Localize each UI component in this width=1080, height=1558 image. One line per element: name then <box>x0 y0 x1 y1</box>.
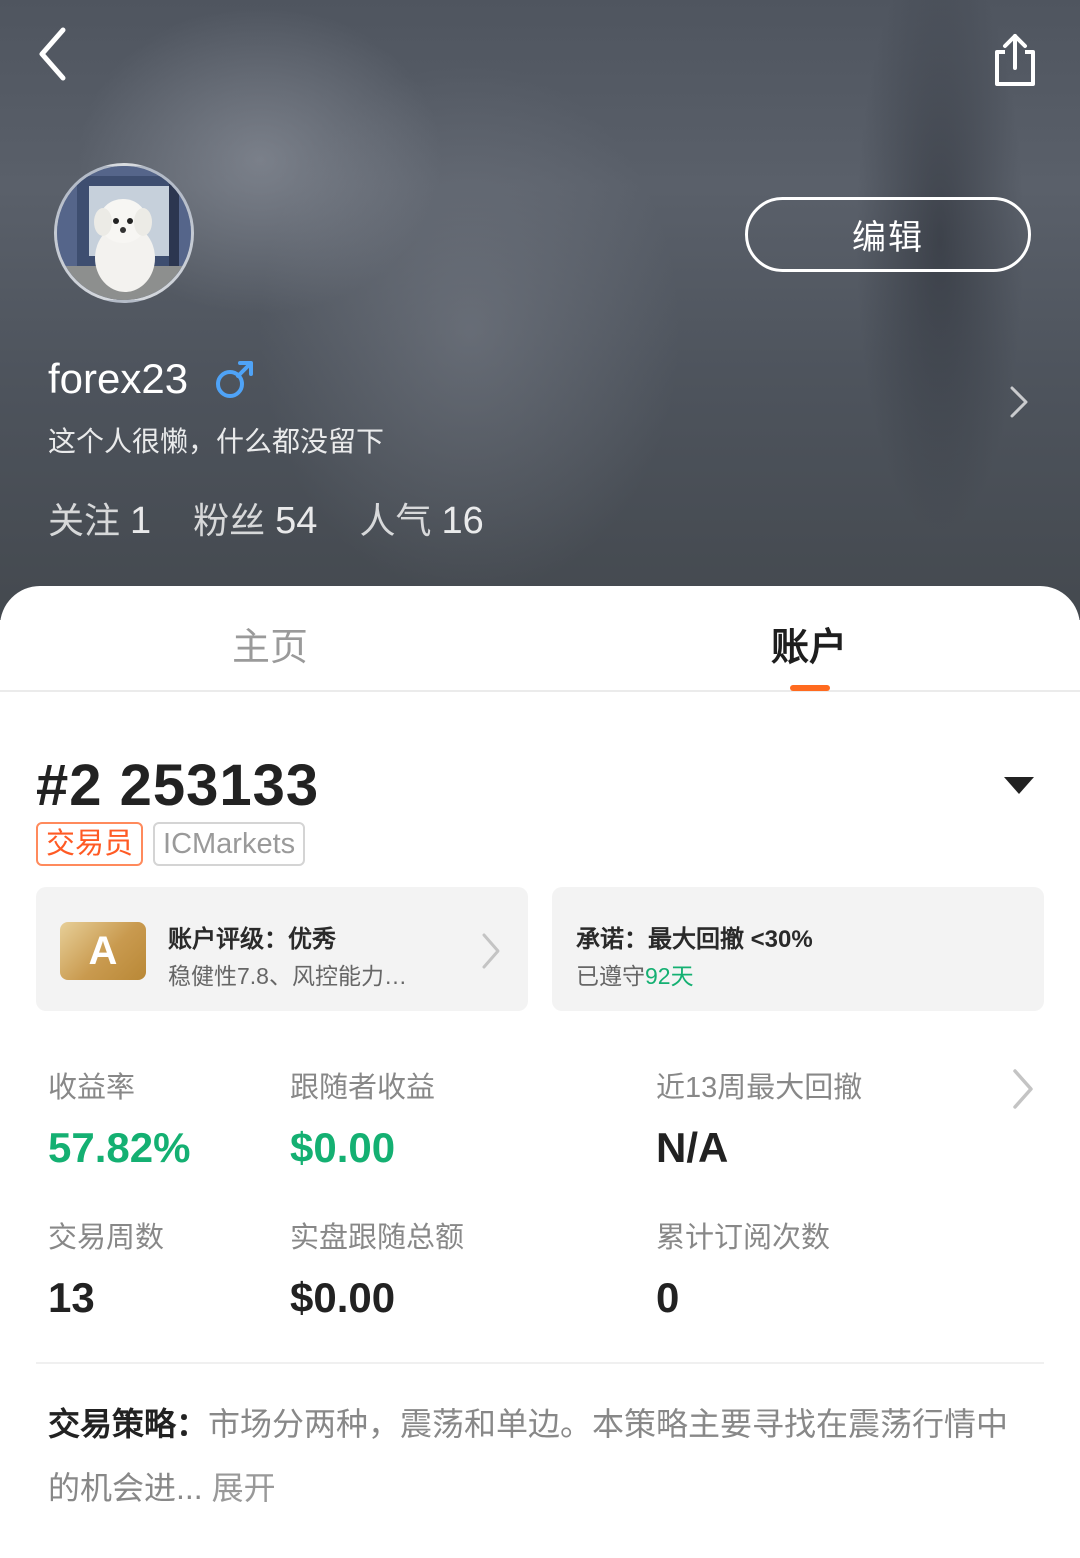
metric-label: 累计订阅次数 <box>656 1222 831 1254</box>
profile-stats: 关注 1 粉丝 54 人气 16 <box>48 492 484 544</box>
tab-bar: 主页 账户 <box>0 586 1080 692</box>
metric-label: 收益率 <box>48 1072 136 1104</box>
stat-label: 关注 <box>48 500 121 541</box>
user-bio: 这个人很懒，什么都没留下 <box>48 426 385 457</box>
stat-label: 粉丝 <box>193 500 266 541</box>
puppy-avatar-image <box>57 166 191 300</box>
metric-label: 实盘跟随总额 <box>290 1222 465 1254</box>
chevron-right-icon[interactable] <box>1005 1066 1041 1112</box>
promise-subtitle: 已遵守92天 <box>576 957 694 991</box>
divider <box>36 1362 1044 1364</box>
promise-days: 92天 <box>645 963 694 989</box>
share-icon[interactable] <box>985 30 1045 90</box>
metric-value: $0.00 <box>290 1274 396 1321</box>
active-tab-indicator <box>790 685 830 691</box>
tab-account[interactable]: 账户 <box>771 616 847 671</box>
account-rating-box[interactable]: A 账户评级：优秀 稳健性7.8、风控能力… <box>36 887 528 1011</box>
metric-trading-weeks: 交易周数 13 <box>48 1214 164 1322</box>
metric-value: 57.82% <box>48 1124 191 1171</box>
grade-badge: A <box>60 922 146 980</box>
account-badges: 交易员 ICMarkets <box>36 822 306 866</box>
promise-subtitle-prefix: 已遵守 <box>576 963 645 989</box>
strategy-label: 交易策略： <box>48 1406 209 1442</box>
trader-badge: 交易员 <box>36 822 144 866</box>
metric-value: N/A <box>656 1124 729 1171</box>
account-card: 主页 账户 #2 253133 交易员 ICMarkets A 账户评级：优秀 … <box>0 586 1080 1558</box>
stat-following[interactable]: 关注 1 <box>48 492 151 544</box>
chevron-right-icon[interactable] <box>1000 382 1040 422</box>
edit-profile-button[interactable]: 编辑 <box>745 197 1031 272</box>
promise-box: 承诺：最大回撤 <30% 已遵守92天 <box>552 887 1044 1011</box>
stat-label: 人气 <box>359 500 432 541</box>
trading-strategy: 交易策略：市场分两种，震荡和单边。本策略主要寻找在震荡行情中的机会进... 展开 <box>48 1392 1038 1520</box>
expand-link[interactable]: 展开 <box>212 1470 276 1506</box>
broker-badge: ICMarkets <box>153 822 306 866</box>
metric-label: 近13周最大回撤 <box>656 1072 863 1104</box>
metric-max-drawdown: 近13周最大回撤 N/A <box>656 1064 862 1172</box>
metric-label: 交易周数 <box>48 1222 165 1254</box>
metric-follower-profit: 跟随者收益 $0.00 <box>290 1064 435 1172</box>
stat-value: 54 <box>275 500 318 542</box>
metric-value: 0 <box>656 1274 680 1321</box>
account-number: #2 253133 <box>36 753 320 818</box>
avatar[interactable] <box>54 163 194 303</box>
metric-live-follow-total: 实盘跟随总额 $0.00 <box>290 1214 464 1322</box>
stat-value: 16 <box>441 500 484 542</box>
stat-value: 1 <box>130 500 152 542</box>
chevron-left-icon[interactable] <box>30 24 90 84</box>
promise-title: 承诺：最大回撤 <30% <box>576 926 813 953</box>
chevron-right-icon <box>482 933 500 969</box>
stat-followers[interactable]: 粉丝 54 <box>193 492 317 544</box>
stat-popularity: 人气 16 <box>359 492 483 544</box>
male-gender-icon <box>216 361 253 398</box>
username: forex23 <box>48 355 189 402</box>
metric-label: 跟随者收益 <box>290 1072 436 1104</box>
metric-value: 13 <box>48 1274 95 1321</box>
rating-subtitle: 稳健性7.8、风控能力… <box>168 963 407 989</box>
tab-home[interactable]: 主页 <box>232 616 308 671</box>
metric-value: $0.00 <box>290 1124 396 1171</box>
metric-return-rate: 收益率 57.82% <box>48 1064 190 1172</box>
rating-title: 账户评级：优秀 <box>168 926 336 953</box>
metric-subscription-count: 累计订阅次数 0 <box>656 1214 830 1322</box>
caret-down-icon[interactable] <box>1000 772 1038 798</box>
